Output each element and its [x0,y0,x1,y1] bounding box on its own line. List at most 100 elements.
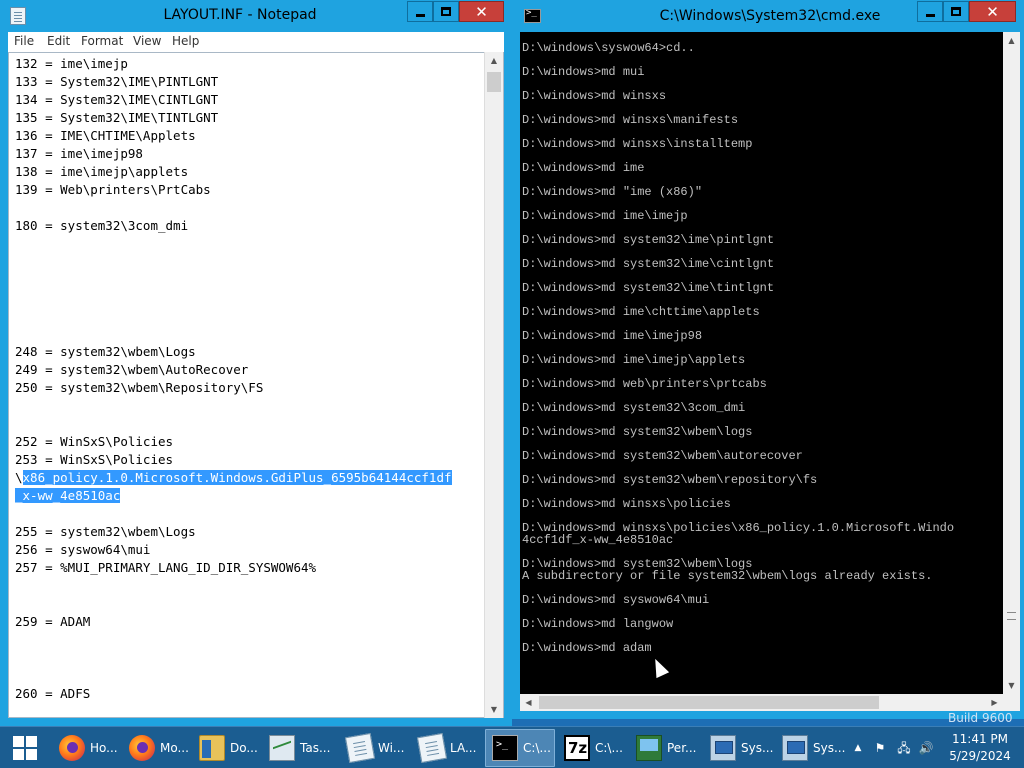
notepad-text-line [15,577,485,595]
mouse-pointer-icon [648,655,670,679]
cmd-resize-corner[interactable] [1003,694,1020,711]
notepad-title-bar[interactable]: LAYOUT.INF - Notepad ✕ [0,0,512,32]
notepad-menu-bar: File Edit Format View Help [8,32,504,52]
scroll-down-arrow-icon[interactable]: ▼ [485,701,503,718]
firefox-icon [59,735,85,761]
notepad-text-line: 248 = system32\wbem\Logs [15,344,196,359]
cmd-close-button[interactable]: ✕ [969,1,1016,22]
cmd-horizontal-scrollbar[interactable]: ◀ ▶ [520,694,1003,711]
taskbar-item-7zip[interactable]: C:\... [558,729,628,767]
cmd-console[interactable]: D:\windows\syswow64>cd.. D:\windows>md mu… [520,32,1003,694]
cmd-maximize-button[interactable] [943,1,969,22]
notepad-text-line [15,595,485,613]
notepad-text-line [15,631,485,649]
menu-help[interactable]: Help [172,34,199,48]
cmd-scroll-thumb[interactable] [1007,612,1016,620]
tray-clock[interactable]: 11:41 PM 5/29/2024 [940,731,1020,765]
notepad-text-line: 250 = system32\wbem\Repository\FS [15,380,264,395]
taskbar-item-documents[interactable]: Do... [193,729,259,767]
windows-logo-icon [13,736,24,747]
cmd-hscroll-thumb[interactable] [539,696,879,709]
task-manager-icon [269,735,295,761]
show-hidden-icons-chevron-icon[interactable]: ▲ [850,740,866,756]
notepad-app-icon[interactable] [10,7,26,25]
notepad-text-line: 257 = %MUI_PRIMARY_LANG_ID_DIR_SYSWOW64% [15,560,317,575]
scroll-left-arrow-icon[interactable]: ◀ [520,694,537,711]
notepad-text-area[interactable]: 132 = ime\imejp 133 = System32\IME\PINTLG… [8,52,504,718]
cmd-output-line: D:\windows>md system32\ime\cintlgnt [522,257,775,271]
notepad-close-button[interactable]: ✕ [459,1,504,22]
cmd-output-line: D:\windows>md ime [522,161,645,175]
taskbar-item-notepad-layout[interactable]: LA... [413,729,483,767]
cmd-output-line: D:\windows>md ime\imejp\applets [522,353,746,367]
network-icon[interactable]: 🖧 [896,740,912,756]
start-button[interactable] [0,727,48,768]
taskbar-item-task-manager[interactable]: Tas... [263,729,337,767]
cmd-output-line: D:\windows>md system32\wbem\logs [522,425,753,439]
scroll-up-arrow-icon[interactable]: ▲ [485,52,503,69]
cmd-icon [492,735,518,761]
notepad-content: 132 = ime\imejp 133 = System32\IME\PINTLG… [15,55,485,703]
taskbar-item-label: Per... [667,741,697,755]
notepad-text-line [15,289,485,307]
notepad-text-line [15,325,485,343]
taskbar-item-performance[interactable]: Per... [630,729,702,767]
notepad-text-line [15,505,485,523]
cmd-output: D:\windows\syswow64>cd.. D:\windows>md mu… [522,42,954,654]
taskbar-item-label: Ho... [90,741,118,755]
taskbar-item-system-2[interactable]: Sys... [776,729,846,767]
notepad-text-line [15,649,485,667]
notepad-text-line: 134 = System32\IME\CINTLGNT [15,92,219,107]
taskbar: Ho... Mo... Do... Tas... Wi... LA... C:\… [0,726,1024,768]
cmd-output-line: D:\windows\syswow64>cd.. [522,41,695,55]
cmd-minimize-button[interactable] [917,1,943,22]
cmd-output-line: D:\windows>md langwow [522,617,674,631]
maximize-icon [441,7,451,16]
menu-file[interactable]: File [14,34,34,48]
taskbar-item-system-1[interactable]: Sys... [704,729,774,767]
taskbar-item-label: Do... [230,741,258,755]
cmd-title-bar[interactable]: C:\Windows\System32\cmd.exe ✕ [512,0,1024,32]
notepad-text-line [15,253,485,271]
cmd-output-line: 4ccf1df_x-ww_4e8510ac [522,533,674,547]
notepad-minimize-button[interactable] [407,1,433,22]
menu-edit[interactable]: Edit [47,34,70,48]
notepad-text-line [15,199,485,217]
close-icon: ✕ [475,2,488,21]
taskbar-item-label: Wi... [378,741,405,755]
scroll-up-arrow-icon[interactable]: ▲ [1003,32,1020,49]
cmd-output-line: D:\windows>md system32\wbem\repository\f… [522,473,818,487]
cmd-vertical-scrollbar[interactable]: ▲ ▼ [1003,32,1020,694]
notepad-text-line: 139 = Web\printers\PrtCabs [15,182,211,197]
taskbar-item-label: C:\... [595,741,623,755]
action-center-flag-icon[interactable]: ⚑ [872,740,888,756]
taskbar-item-firefox-2[interactable]: Mo... [123,729,189,767]
taskbar-item-firefox-1[interactable]: Ho... [53,729,119,767]
cmd-output-line: D:\windows>md winsxs [522,89,667,103]
system-icon [782,735,808,761]
minimize-icon [925,14,935,17]
close-icon: ✕ [986,2,999,21]
cmd-window-title: C:\Windows\System32\cmd.exe [659,8,881,24]
taskbar-item-cmd[interactable]: C:\... [485,729,555,767]
cmd-output-line: A subdirectory or file system32\wbem\log… [522,569,933,583]
menu-format[interactable]: Format [81,34,123,48]
notepad-text-line: 137 = ime\imejp98 [15,146,143,161]
taskbar-item-notepad-1[interactable]: Wi... [341,729,411,767]
notepad-icon [344,732,376,764]
notepad-text-line [15,307,485,325]
notepad-scroll-thumb[interactable] [487,72,501,92]
folder-icon [199,735,225,761]
notepad-vertical-scrollbar[interactable]: ▲ ▼ [484,52,503,718]
cmd-app-icon[interactable] [524,8,541,23]
taskbar-item-label: C:\... [523,741,551,755]
notepad-maximize-button[interactable] [433,1,459,22]
notepad-text-line [15,397,485,415]
cmd-output-line: D:\windows>md mui [522,65,645,79]
cmd-output-line: D:\windows>md web\printers\prtcabs [522,377,767,391]
menu-view[interactable]: View [133,34,161,48]
volume-icon[interactable]: 🔊 [918,740,934,756]
scroll-right-arrow-icon[interactable]: ▶ [986,694,1003,711]
selected-text: x86_policy.1.0.Microsoft.Windows.GdiPlus… [22,470,452,485]
scroll-down-arrow-icon[interactable]: ▼ [1003,677,1020,694]
